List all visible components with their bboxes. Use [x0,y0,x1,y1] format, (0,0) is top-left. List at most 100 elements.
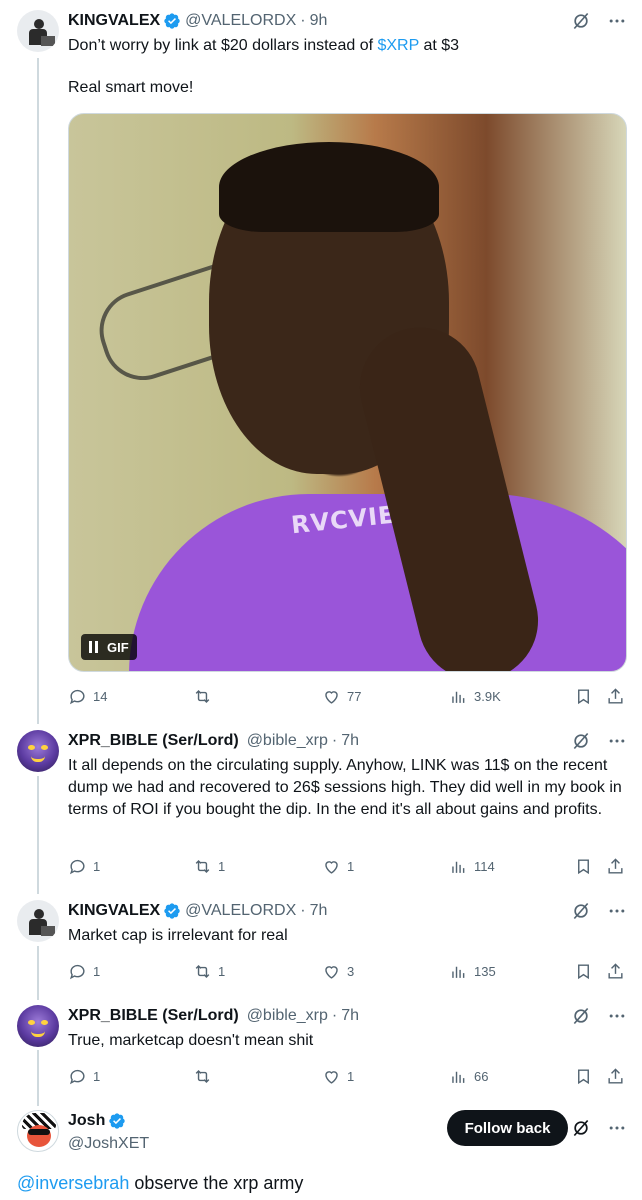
timestamp[interactable]: 7h [310,902,328,920]
timestamp[interactable]: 7h [341,1007,359,1025]
grok-icon[interactable] [570,10,592,32]
views-button[interactable]: 3.9K [449,685,501,707]
timestamp[interactable]: 9h [310,12,328,30]
reply-button[interactable]: 1 [68,1065,100,1087]
like-icon [325,1070,338,1084]
tweet[interactable]: KINGVALEX @VALELORDX · 7h Market cap is … [0,890,642,995]
handle[interactable]: @VALELORDX [185,902,296,920]
like-button[interactable]: 77 [322,685,361,707]
views-button[interactable]: 114 [449,855,495,877]
like-button[interactable]: 1 [322,1065,354,1087]
grok-icon[interactable] [570,1005,592,1027]
main-tweet-text: @inversebrah observe the xrp army [17,1171,617,1195]
avatar[interactable] [17,1005,59,1047]
handle[interactable]: @bible_xrp [247,1007,328,1025]
like-icon [325,965,338,979]
cashtag-link[interactable]: $XRP [377,37,419,54]
share-button[interactable] [606,1065,625,1087]
bookmark-button[interactable] [574,1065,593,1087]
avatar[interactable] [17,10,59,52]
bookmark-button[interactable] [574,685,593,707]
timestamp[interactable]: 7h [341,732,359,750]
like-button[interactable]: 3 [322,960,354,982]
main-handle-row: @JoshXET [68,1133,149,1155]
repost-icon [195,859,210,873]
pause-icon[interactable] [89,641,99,653]
separator-dot: · [331,732,338,749]
bookmark-icon [578,963,589,979]
views-icon [452,691,465,703]
more-icon[interactable] [606,1117,628,1139]
share-icon [608,687,623,704]
display-name[interactable]: KINGVALEX [68,902,160,920]
verified-icon [109,1113,126,1129]
grok-icon[interactable] [570,900,592,922]
tweet-top-actions [570,900,628,922]
views-button[interactable]: 135 [449,960,496,982]
more-icon[interactable] [606,10,628,32]
repost-count: 1 [218,963,226,979]
tweet[interactable]: XPR_BIBLE (Ser/Lord) @bible_xrp · 7h It … [0,720,642,890]
repost-button[interactable]: 1 [193,960,225,982]
tweet-text-part: at $3 [419,37,460,54]
tweet-text: True, marketcap doesn't mean shit [68,1032,314,1049]
display-name[interactable]: KINGVALEX [68,12,160,30]
follow-back-button[interactable]: Follow back [447,1110,568,1146]
tweet-header: XPR_BIBLE (Ser/Lord) @bible_xrp · 7h [68,730,359,752]
mention-link[interactable]: @inversebrah [17,1173,129,1193]
like-button[interactable]: 1 [322,855,354,877]
views-icon [452,966,465,978]
tweet-header: KINGVALEX @VALELORDX · 9h [68,10,327,32]
repost-button[interactable]: 1 [193,855,225,877]
tweet[interactable]: KINGVALEX @VALELORDX · 9h Don’t worry by… [0,0,642,716]
views-button[interactable]: 66 [449,1065,488,1087]
tweet-header: XPR_BIBLE (Ser/Lord) @bible_xrp · 7h [68,1005,359,1027]
more-icon[interactable] [606,1005,628,1027]
like-count: 1 [347,1068,355,1084]
verified-icon [164,13,180,29]
display-name[interactable]: Josh [68,1112,105,1130]
reply-button[interactable]: 1 [68,960,100,982]
grok-icon[interactable] [570,730,592,752]
handle[interactable]: @JoshXET [68,1135,149,1153]
share-button[interactable] [606,685,625,707]
repost-icon [195,689,210,703]
display-name[interactable]: XPR_BIBLE (Ser/Lord) [68,1007,239,1025]
tweet[interactable]: XPR_BIBLE (Ser/Lord) @bible_xrp · 7h Tru… [0,995,642,1100]
handle[interactable]: @VALELORDX [185,12,296,30]
more-icon[interactable] [606,730,628,752]
tweet-header: KINGVALEX @VALELORDX · 7h [68,900,327,922]
reply-count: 1 [93,963,101,979]
share-icon [608,1067,623,1084]
separator-dot: · [300,12,306,29]
like-count: 77 [347,688,362,704]
media-person-hair [219,142,439,232]
bookmark-button[interactable] [574,855,593,877]
share-icon [608,962,623,979]
more-icon[interactable] [606,900,628,922]
avatar[interactable] [17,1110,59,1152]
reply-button[interactable]: 14 [68,685,107,707]
share-button[interactable] [606,960,625,982]
bookmark-button[interactable] [574,960,593,982]
like-count: 3 [347,963,355,979]
repost-icon [195,1069,210,1083]
bookmark-icon [578,1068,589,1084]
gif-badge[interactable]: GIF [81,634,137,660]
tweet-text: Market cap is irrelevant for real [68,927,288,944]
avatar[interactable] [17,900,59,942]
repost-button[interactable] [193,1065,218,1087]
views-count: 114 [474,858,495,874]
tweet-text-line: Real smart move! [68,79,194,96]
share-button[interactable] [606,855,625,877]
grok-icon[interactable] [570,1117,592,1139]
gif-media[interactable]: RVCVIE GIF [68,113,627,672]
avatar[interactable] [17,730,59,772]
views-count: 66 [474,1068,489,1084]
display-name[interactable]: XPR_BIBLE (Ser/Lord) [68,732,239,750]
handle[interactable]: @bible_xrp [247,732,328,750]
views-icon [452,861,465,873]
reply-icon [69,689,85,704]
repost-button[interactable] [193,685,218,707]
reply-button[interactable]: 1 [68,855,100,877]
